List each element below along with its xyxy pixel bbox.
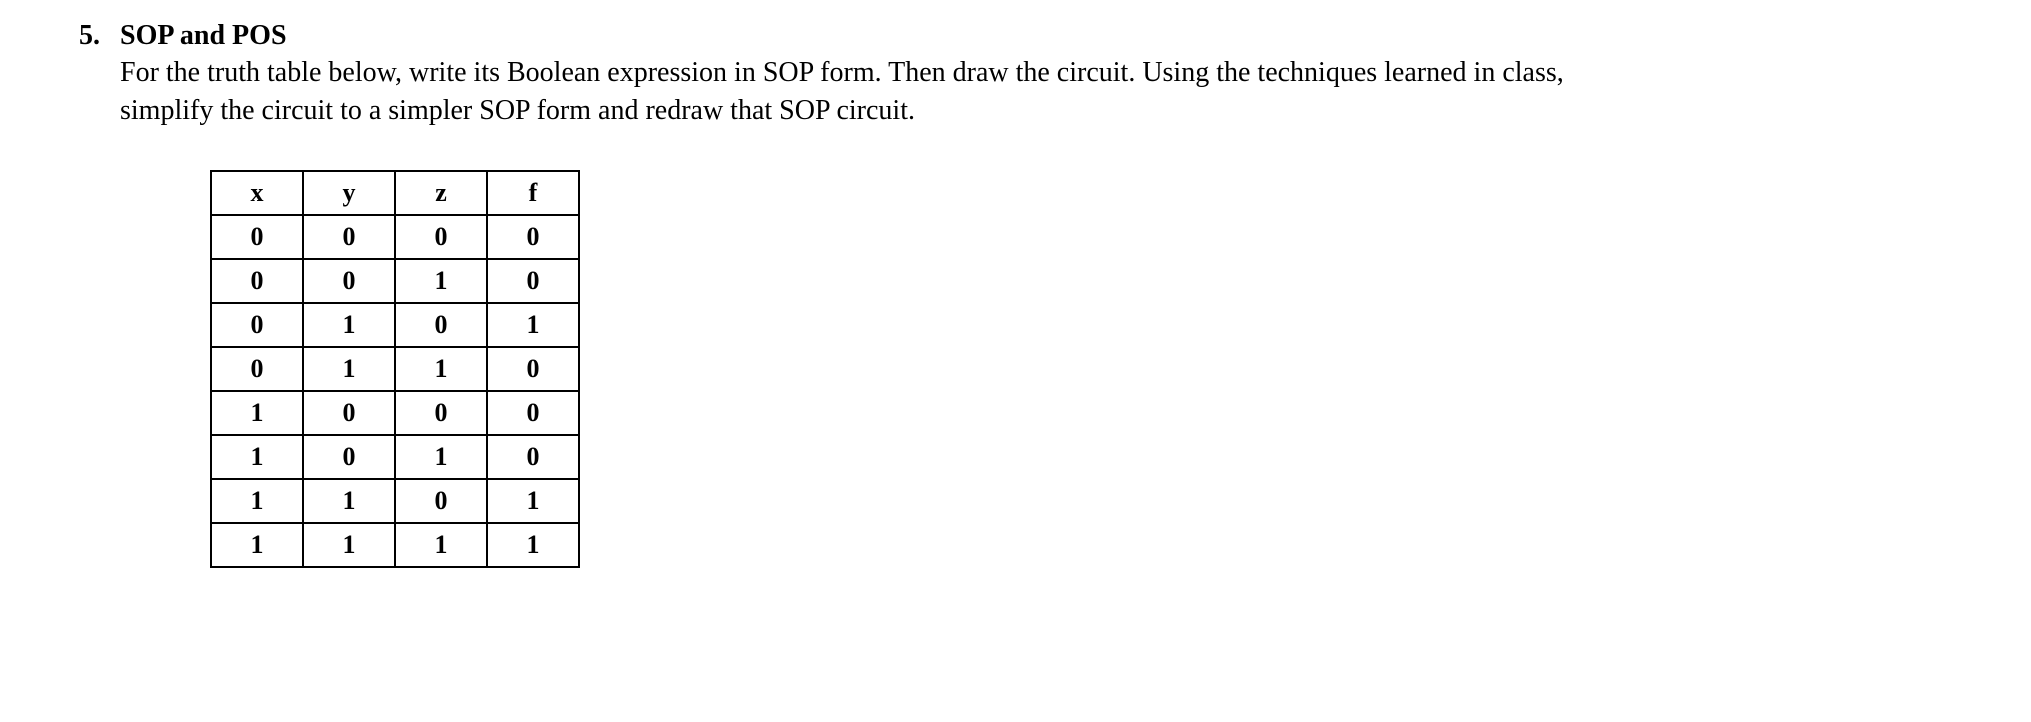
table-row: 1 0 1 0 <box>211 435 579 479</box>
table-row: 0 1 0 1 <box>211 303 579 347</box>
table-cell: 0 <box>487 215 579 259</box>
table-header-cell: x <box>211 171 303 215</box>
table-row: 0 0 0 0 <box>211 215 579 259</box>
table-cell: 1 <box>395 523 487 567</box>
truth-table: x y z f 0 0 0 0 0 0 <box>210 170 580 568</box>
table-cell: 0 <box>211 259 303 303</box>
table-header-cell: z <box>395 171 487 215</box>
table-cell: 0 <box>395 391 487 435</box>
question-title: SOP and POS <box>120 20 1991 52</box>
table-cell: 0 <box>303 435 395 479</box>
table-header-cell: f <box>487 171 579 215</box>
table-row: 0 0 1 0 <box>211 259 579 303</box>
table-cell: 1 <box>211 479 303 523</box>
question-number: 5. <box>40 20 120 52</box>
question-prompt: For the truth table below, write its Boo… <box>120 54 1620 130</box>
question-content: SOP and POS For the truth table below, w… <box>120 20 1991 568</box>
table-cell: 1 <box>487 303 579 347</box>
table-cell: 0 <box>487 259 579 303</box>
table-cell: 0 <box>487 347 579 391</box>
table-cell: 0 <box>211 215 303 259</box>
table-cell: 1 <box>211 391 303 435</box>
table-row: 0 1 1 0 <box>211 347 579 391</box>
table-cell: 0 <box>303 215 395 259</box>
table-row: 1 0 0 0 <box>211 391 579 435</box>
table-header-cell: y <box>303 171 395 215</box>
table-cell: 0 <box>211 303 303 347</box>
table-cell: 1 <box>303 303 395 347</box>
table-cell: 1 <box>487 523 579 567</box>
table-cell: 0 <box>487 435 579 479</box>
table-cell: 1 <box>211 435 303 479</box>
table-cell: 1 <box>395 347 487 391</box>
table-cell: 1 <box>211 523 303 567</box>
table-cell: 1 <box>395 435 487 479</box>
question-block: 5. SOP and POS For the truth table below… <box>40 20 1991 568</box>
table-cell: 0 <box>487 391 579 435</box>
table-cell: 1 <box>487 479 579 523</box>
truth-table-wrap: x y z f 0 0 0 0 0 0 <box>120 170 1991 568</box>
table-cell: 0 <box>303 259 395 303</box>
table-cell: 1 <box>303 479 395 523</box>
table-cell: 1 <box>303 523 395 567</box>
table-cell: 0 <box>395 479 487 523</box>
table-cell: 0 <box>395 215 487 259</box>
table-header-row: x y z f <box>211 171 579 215</box>
table-cell: 1 <box>303 347 395 391</box>
table-body: 0 0 0 0 0 0 1 0 0 1 0 1 <box>211 215 579 567</box>
table-cell: 1 <box>395 259 487 303</box>
table-cell: 0 <box>303 391 395 435</box>
table-row: 1 1 1 1 <box>211 523 579 567</box>
table-cell: 0 <box>211 347 303 391</box>
table-cell: 0 <box>395 303 487 347</box>
table-row: 1 1 0 1 <box>211 479 579 523</box>
